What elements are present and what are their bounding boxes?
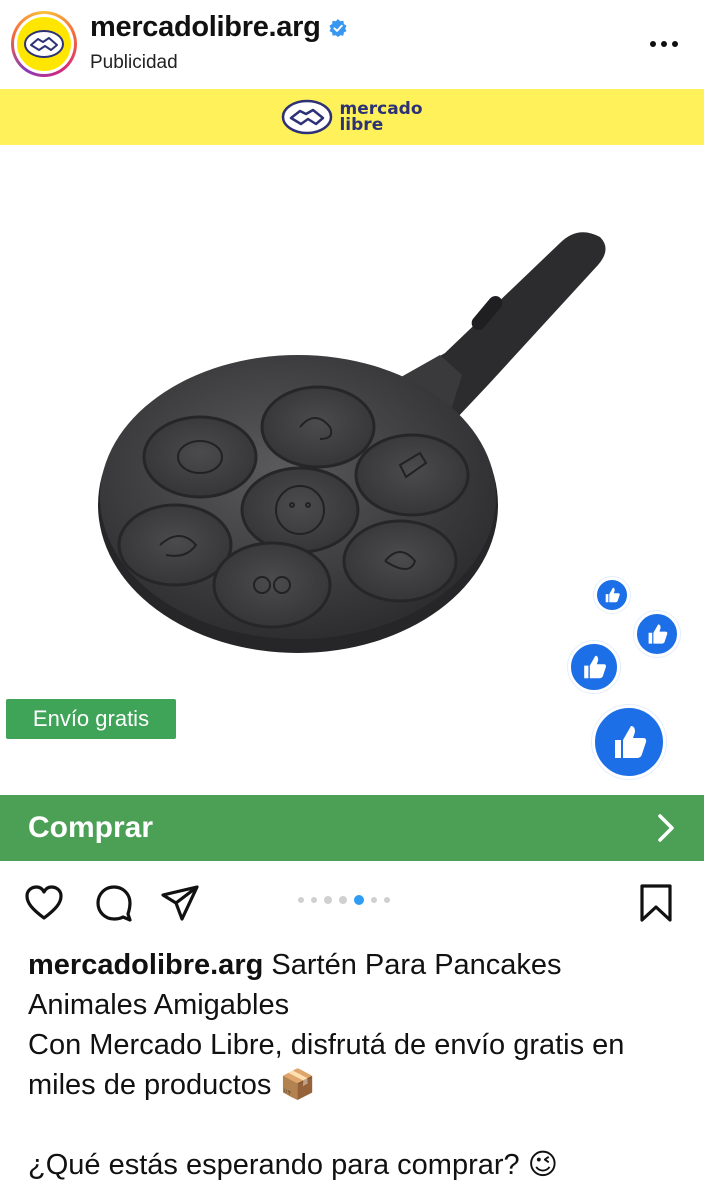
handshake-logo-icon bbox=[24, 30, 64, 58]
sponsored-label: Publicidad bbox=[90, 52, 178, 73]
chevron-right-icon[interactable] bbox=[656, 813, 676, 843]
carousel-dot bbox=[339, 896, 347, 904]
share-icon[interactable] bbox=[160, 883, 200, 923]
carousel-dot bbox=[324, 896, 332, 904]
brand-banner: mercado libre bbox=[0, 89, 704, 145]
avatar[interactable] bbox=[11, 11, 77, 77]
free-shipping-badge: Envío gratis bbox=[6, 699, 176, 739]
thumbs-up-icon bbox=[592, 705, 666, 779]
carousel-dot bbox=[371, 897, 377, 903]
post-caption: mercadolibre.arg Sartén Para Pancakes An… bbox=[28, 945, 678, 1185]
buy-button-label[interactable]: Comprar bbox=[28, 811, 153, 845]
post-media[interactable]: Envío gratis bbox=[0, 145, 704, 795]
carousel-dot-active bbox=[354, 895, 364, 905]
brand-logo: mercado libre bbox=[281, 99, 423, 135]
caption-line: Con Mercado Libre, disfrutá de envío gra… bbox=[28, 1029, 625, 1101]
carousel-dot bbox=[311, 897, 317, 903]
thumbs-up-icon bbox=[594, 577, 630, 613]
brand-logo-line2: libre bbox=[339, 115, 384, 135]
handshake-logo-icon bbox=[282, 99, 333, 135]
product-image-pancake-pan bbox=[98, 232, 606, 653]
caption-line: ¿Qué estás esperando para comprar? 😉 bbox=[28, 1149, 558, 1181]
username-text[interactable]: mercadolibre.arg bbox=[90, 11, 321, 44]
save-icon[interactable] bbox=[636, 883, 676, 923]
post-header: mercadolibre.arg Publicidad bbox=[0, 0, 704, 88]
carousel-dot bbox=[298, 897, 304, 903]
caption-username[interactable]: mercadolibre.arg bbox=[28, 949, 263, 981]
carousel-dot bbox=[384, 897, 390, 903]
more-options-icon[interactable] bbox=[650, 32, 686, 56]
thumbs-up-icon bbox=[568, 641, 620, 693]
like-icon[interactable] bbox=[24, 883, 64, 923]
post-username[interactable]: mercadolibre.arg bbox=[90, 11, 347, 44]
comment-icon[interactable] bbox=[94, 883, 134, 923]
thumbs-up-icon bbox=[634, 611, 680, 657]
buy-cta-bar[interactable]: Comprar bbox=[0, 795, 704, 861]
verified-icon bbox=[328, 18, 347, 37]
carousel-indicator bbox=[298, 895, 390, 905]
